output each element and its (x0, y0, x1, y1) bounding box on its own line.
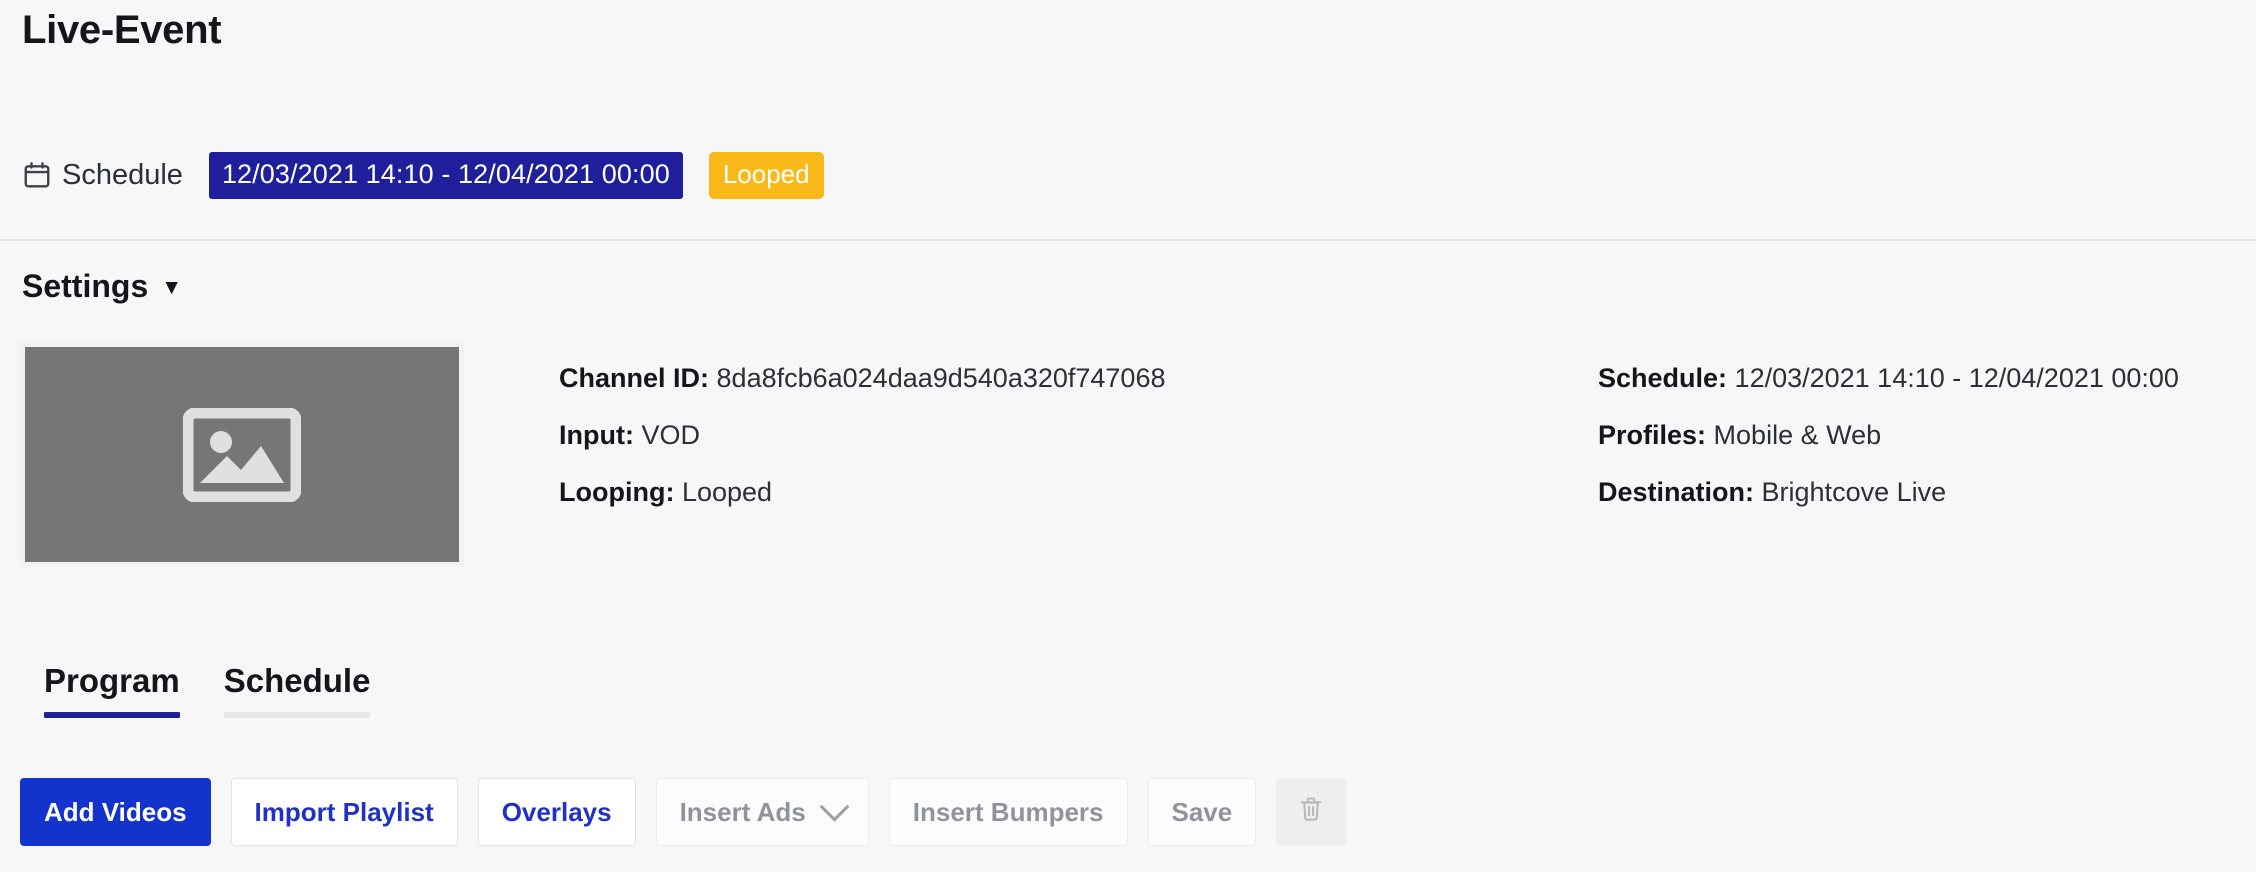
settings-heading: Settings (22, 268, 148, 305)
meta-row-profiles: Profiles: Mobile & Web (1598, 407, 2179, 464)
meta-label: Destination: (1598, 477, 1754, 507)
meta-row-destination: Destination: Brightcove Live (1598, 464, 2179, 521)
tab-program-label: Program (44, 662, 180, 699)
settings-meta-left: Channel ID: 8da8fcb6a024daa9d540a320f747… (559, 350, 1166, 521)
chevron-down-icon: ▼ (161, 277, 182, 298)
meta-value: 8da8fcb6a024daa9d540a320f747068 (717, 363, 1166, 393)
meta-label: Input: (559, 420, 634, 450)
meta-label: Channel ID: (559, 363, 709, 393)
delete-button[interactable] (1276, 778, 1346, 846)
chevron-down-icon (819, 791, 849, 821)
meta-label: Schedule: (1598, 363, 1727, 393)
trash-icon (1296, 794, 1326, 831)
tab-program[interactable]: Program (22, 662, 202, 732)
meta-value: Mobile & Web (1714, 420, 1882, 450)
meta-label: Looping: (559, 477, 674, 507)
meta-value: 12/03/2021 14:10 - 12/04/2021 00:00 (1735, 363, 2179, 393)
event-thumbnail[interactable] (20, 342, 464, 567)
schedule-summary-row: Schedule 12/03/2021 14:10 - 12/04/2021 0… (22, 152, 824, 198)
content-tabs: Program Schedule (22, 662, 392, 732)
save-button[interactable]: Save (1148, 778, 1257, 846)
settings-section-toggle[interactable]: Settings ▼ (22, 268, 182, 305)
add-videos-button[interactable]: Add Videos (20, 778, 211, 846)
import-playlist-button[interactable]: Import Playlist (231, 778, 458, 846)
meta-value: VOD (641, 420, 700, 450)
insert-ads-button[interactable]: Insert Ads (656, 778, 869, 846)
schedule-value-chip[interactable]: 12/03/2021 14:10 - 12/04/2021 00:00 (209, 152, 683, 199)
meta-row-looping: Looping: Looped (559, 464, 1166, 521)
status-badge-looped: Looped (709, 152, 824, 199)
meta-row-input: Input: VOD (559, 407, 1166, 464)
image-placeholder-icon (183, 408, 301, 502)
calendar-icon (22, 160, 52, 190)
program-toolbar: Add Videos Import Playlist Overlays Inse… (20, 778, 1366, 846)
meta-label: Profiles: (1598, 420, 1706, 450)
overlays-button[interactable]: Overlays (478, 778, 636, 846)
tab-active-indicator (44, 712, 180, 718)
page-title: Live-Event (22, 8, 221, 53)
meta-value: Brightcove Live (1762, 477, 1947, 507)
insert-ads-label: Insert Ads (680, 797, 806, 828)
meta-row-schedule: Schedule: 12/03/2021 14:10 - 12/04/2021 … (1598, 350, 2179, 407)
header-divider (0, 239, 2256, 241)
settings-meta-right: Schedule: 12/03/2021 14:10 - 12/04/2021 … (1598, 350, 2179, 521)
insert-bumpers-button[interactable]: Insert Bumpers (889, 778, 1128, 846)
tab-inactive-indicator (224, 712, 371, 718)
schedule-label: Schedule (62, 159, 183, 192)
tab-schedule-label: Schedule (224, 662, 371, 699)
meta-value: Looped (682, 477, 772, 507)
meta-row-channel-id: Channel ID: 8da8fcb6a024daa9d540a320f747… (559, 350, 1166, 407)
tab-schedule[interactable]: Schedule (202, 662, 393, 732)
